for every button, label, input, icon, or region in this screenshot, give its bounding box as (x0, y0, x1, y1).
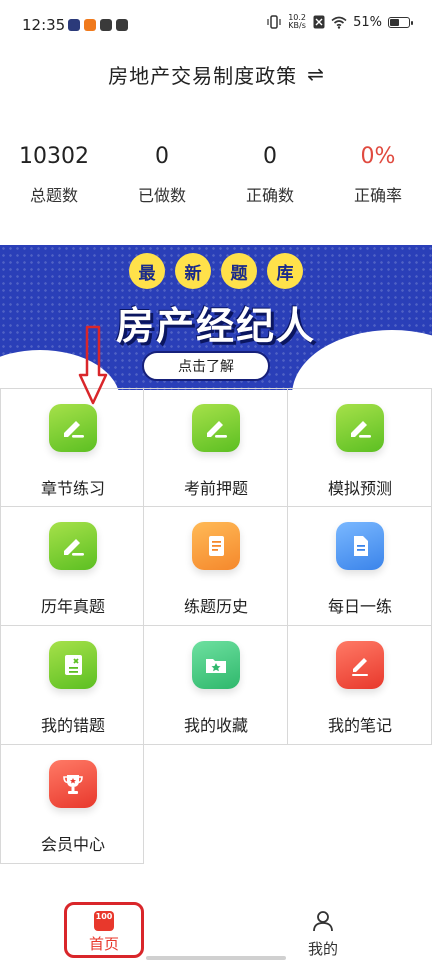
battery-icon (388, 16, 413, 28)
promo-banner[interactable]: 最 新 题 库 房产经纪人 点击了解 (0, 245, 432, 390)
star-folder-icon (192, 641, 240, 689)
edit-icon (49, 522, 97, 570)
user-icon (313, 911, 333, 932)
vibrate-icon (267, 15, 281, 29)
banner-headline: 房产经纪人 (115, 304, 316, 348)
tab-home-label: 首页 (88, 935, 119, 953)
grid-item-label: 考前押题 (183, 479, 248, 498)
net-speed: 10.2 KB/s (287, 14, 307, 30)
stat-rate-value: 0% (360, 144, 396, 169)
app-notification-icon (100, 19, 112, 31)
stat-rate-label: 正确率 (353, 186, 402, 205)
sim-icon (313, 15, 325, 29)
grid-item-wrong-questions[interactable]: 我的错题 (0, 626, 144, 745)
status-time: 12:35 (22, 16, 66, 34)
page-title: 房地产交易制度政策 (108, 63, 298, 88)
switch-subject-icon[interactable]: ⇌ (307, 62, 324, 86)
grid-item-notes[interactable]: 我的笔记 (288, 626, 432, 745)
grid-item-favorites[interactable]: 我的收藏 (144, 626, 288, 745)
edit-icon (49, 404, 97, 452)
grid-item-daily-practice[interactable]: 每日一练 (288, 507, 432, 626)
stat-total-label: 总题数 (29, 186, 78, 205)
document-icon (336, 522, 384, 570)
app-notification-icon (84, 19, 96, 31)
tab-mine[interactable]: 我的 (278, 906, 368, 960)
bottom-nav: 100 首页 我的 (0, 900, 432, 964)
status-bar: 12:35 10.2 KB/s 51% (0, 0, 432, 50)
grid-item-label: 每日一练 (327, 597, 392, 616)
header: 房地产交易制度政策 ⇌ (0, 58, 432, 90)
home-icon: 100 (94, 911, 114, 931)
tab-home[interactable]: 100 首页 (64, 902, 144, 958)
stats-row: 10302 总题数 0 已做数 0 正确数 0% 正确率 (0, 140, 432, 210)
learn-more-button[interactable]: 点击了解 (142, 351, 270, 381)
net-speed-unit: KB/s (288, 21, 306, 30)
stat-done-value: 0 (155, 144, 169, 169)
trophy-icon (49, 760, 97, 808)
stat-total: 10302 总题数 (0, 140, 108, 210)
banner-badge: 库 (267, 253, 303, 289)
grid-item-label: 练题历史 (183, 597, 248, 616)
wifi-icon (331, 16, 347, 29)
note-pen-icon (336, 641, 384, 689)
battery-percent: 51% (353, 14, 382, 30)
grid-item-past-exams[interactable]: 历年真题 (0, 507, 144, 626)
grid-item-label: 我的笔记 (327, 716, 392, 735)
grid-item-label: 我的错题 (40, 716, 105, 735)
app-notification-icon (116, 19, 128, 31)
banner-badge: 新 (175, 253, 211, 289)
grid-item-label: 章节练习 (40, 479, 105, 498)
grid-item-exam-predict[interactable]: 考前押题 (144, 388, 288, 507)
stat-total-value: 10302 (19, 144, 89, 169)
banner-badge: 题 (221, 253, 257, 289)
grid-item-chapter-practice[interactable]: 章节练习 (0, 388, 144, 507)
grid-item-label: 我的收藏 (183, 716, 248, 735)
stat-correct: 0 正确数 (216, 140, 324, 210)
stat-correct-value: 0 (263, 144, 277, 169)
tab-mine-label: 我的 (307, 940, 338, 958)
home-indicator[interactable] (146, 956, 286, 960)
grid-item-membership[interactable]: 会员中心 (0, 745, 144, 864)
banner-badges: 最 新 题 库 (0, 253, 432, 289)
app-notification-icon (68, 19, 80, 31)
grid-item-label: 历年真题 (40, 597, 105, 616)
edit-icon (336, 404, 384, 452)
grid-item-mock-test[interactable]: 模拟预测 (288, 388, 432, 507)
grid-item-practice-history[interactable]: 练题历史 (144, 507, 288, 626)
stat-done-label: 已做数 (137, 186, 186, 205)
stat-rate: 0% 正确率 (324, 140, 432, 210)
wrong-book-icon (49, 641, 97, 689)
stat-done: 0 已做数 (108, 140, 216, 210)
banner-badge: 最 (129, 253, 165, 289)
grid-item-label: 会员中心 (40, 835, 105, 854)
stat-correct-label: 正确数 (245, 186, 294, 205)
edit-icon (192, 404, 240, 452)
scroll-icon (192, 522, 240, 570)
status-right-group: 10.2 KB/s 51% (267, 14, 413, 30)
annotation-arrow-icon (78, 325, 108, 405)
grid-item-label: 模拟预测 (327, 479, 392, 498)
